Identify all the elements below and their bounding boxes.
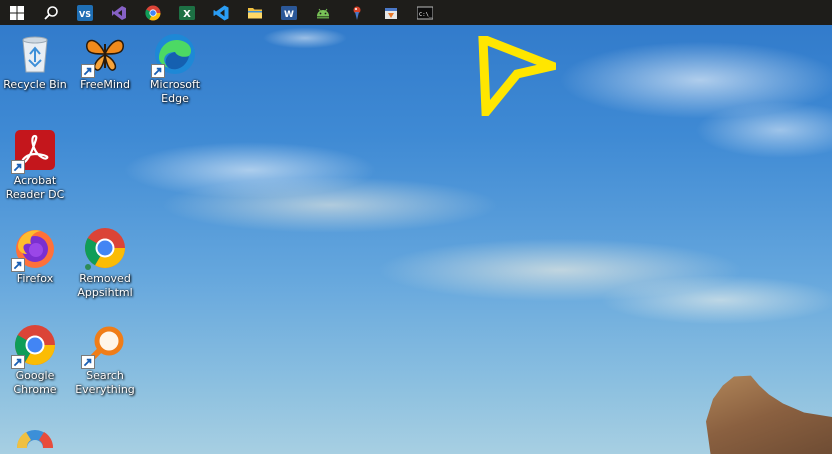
desktop-icon-label: Removed Appsihtml <box>77 272 133 299</box>
word-text: W <box>284 10 294 20</box>
excel-text: X <box>183 9 191 20</box>
shortcut-arrow-icon <box>151 64 165 78</box>
word-taskbar[interactable]: W <box>272 0 306 25</box>
acrobat-icon <box>11 128 57 174</box>
search-icon <box>43 5 59 21</box>
visual-studio-icon <box>111 5 127 21</box>
freemind-butterfly-icon <box>81 32 127 78</box>
windows-logo-icon <box>9 5 25 21</box>
pin-app-taskbar[interactable] <box>340 0 374 25</box>
chrome-taskbar[interactable] <box>136 0 170 25</box>
shortcut-arrow-icon <box>11 258 25 272</box>
start-button[interactable] <box>0 0 34 25</box>
desktop-icon-acrobat-reader[interactable]: Acrobat Reader DC <box>0 128 70 202</box>
pin-icon <box>349 5 365 21</box>
shortcut-arrow-icon <box>11 160 25 174</box>
terminal-icon: C:\_ <box>417 5 433 21</box>
android-icon <box>315 5 331 21</box>
word-icon: W <box>281 5 297 21</box>
desktop-icon-recycle-bin[interactable]: Recycle Bin <box>0 32 70 92</box>
recycle-bin-icon <box>13 32 57 76</box>
desktop-icon-microsoft-edge[interactable]: Microsoft Edge <box>140 32 210 106</box>
folder-icon <box>247 5 263 21</box>
chrome-icon <box>145 5 161 21</box>
partial-app-icon <box>13 418 57 462</box>
chrome-icon <box>11 323 57 369</box>
search-button[interactable] <box>34 0 68 25</box>
vscode-taskbar[interactable] <box>204 0 238 25</box>
file-explorer-taskbar[interactable] <box>238 0 272 25</box>
desktop-icon-freemind[interactable]: FreeMind <box>70 32 140 92</box>
android-taskbar[interactable] <box>306 0 340 25</box>
visual-studio-taskbar[interactable] <box>102 0 136 25</box>
desktop-icon-label: Recycle Bin <box>3 78 67 91</box>
firefox-icon <box>11 226 57 272</box>
excel-taskbar[interactable]: X <box>170 0 204 25</box>
vscode-insiders-text: VS <box>79 10 91 19</box>
excel-icon: X <box>179 5 195 21</box>
shortcut-arrow-icon <box>81 64 95 78</box>
shortcut-arrow-icon <box>81 355 95 369</box>
desktop-icon-partial[interactable] <box>0 418 70 462</box>
rock-formation <box>706 375 832 454</box>
magnifier-icon <box>81 323 127 369</box>
installer-icon <box>383 5 399 21</box>
desktop-icon-google-chrome[interactable]: Google Chrome <box>0 323 70 397</box>
desktop-icon-search-everything[interactable]: Search Everything <box>70 323 140 397</box>
terminal-text: C:\_ <box>419 12 433 18</box>
terminal-taskbar[interactable]: C:\_ <box>408 0 442 25</box>
edge-icon <box>151 32 197 78</box>
vscode-insiders-icon: VS <box>77 4 93 21</box>
installer-taskbar[interactable] <box>374 0 408 25</box>
shortcut-arrow-icon <box>85 264 91 270</box>
vscode-insiders-taskbar[interactable]: VS <box>68 0 102 25</box>
desktop-icon-firefox[interactable]: Firefox <box>0 226 70 286</box>
vscode-icon <box>213 5 229 21</box>
chrome-icon <box>83 226 127 270</box>
shortcut-arrow-icon <box>11 355 25 369</box>
taskbar: VS X W C:\_ <box>0 0 832 25</box>
desktop-icon-removed-apps[interactable]: Removed Appsihtml <box>70 226 140 300</box>
yellow-cursor-arrow-icon <box>478 36 556 116</box>
